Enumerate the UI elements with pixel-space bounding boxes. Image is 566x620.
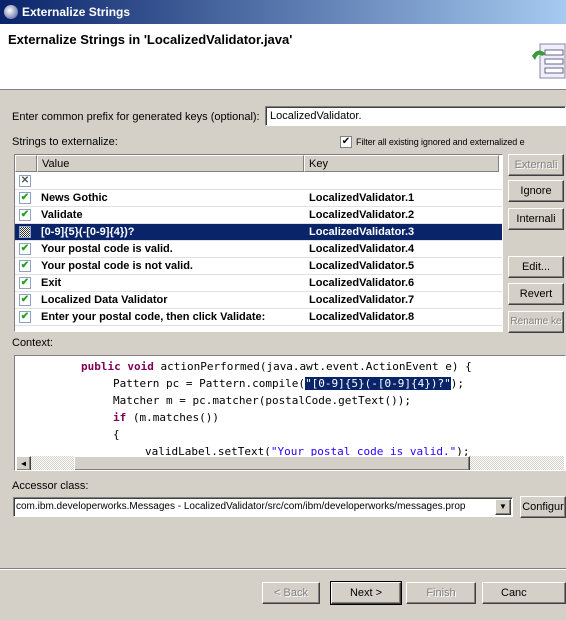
rename-key-button[interactable]: Rename ke bbox=[508, 311, 564, 333]
accessor-label: Accessor class: bbox=[12, 480, 89, 492]
table-row[interactable]: ✕ bbox=[15, 173, 502, 190]
footer-separator bbox=[0, 568, 566, 570]
filter-label: Filter all existing ignored and external… bbox=[356, 137, 525, 147]
cancel-button[interactable]: Canc bbox=[482, 582, 566, 604]
wizard-header: Externalize Strings in 'LocalizedValidat… bbox=[0, 24, 566, 90]
back-button[interactable]: < Back bbox=[262, 582, 320, 604]
checkbox[interactable]: ✔ bbox=[19, 209, 31, 221]
next-button[interactable]: Next > bbox=[330, 581, 402, 605]
code-line: Pattern pc = Pattern.compile( bbox=[113, 377, 306, 390]
column-header-check bbox=[15, 155, 37, 172]
value-cell: [0-9]{5}(-[0-9]{4})? bbox=[41, 226, 135, 238]
key-cell: LocalizedValidator.7 bbox=[309, 294, 415, 306]
value-cell: Validate bbox=[41, 209, 83, 221]
checkbox[interactable]: ✔ bbox=[19, 243, 31, 255]
table-row[interactable]: ✔ Validate LocalizedValidator.2 bbox=[15, 207, 502, 224]
strings-table[interactable]: Value Key ✕ ✔ News Gothic LocalizedValidato… bbox=[14, 154, 503, 332]
prefix-label: Enter common prefix for generated keys (… bbox=[12, 111, 260, 123]
eclipse-icon bbox=[4, 5, 18, 19]
checkbox[interactable]: ✔ bbox=[19, 277, 31, 289]
code-line: (m.matches()) bbox=[126, 411, 219, 424]
code-keyword: if bbox=[113, 411, 127, 424]
accessor-class-combo[interactable]: com.ibm.developerworks.Messages - Locali… bbox=[13, 497, 513, 517]
checkbox[interactable]: ✔ bbox=[19, 192, 31, 204]
key-cell: LocalizedValidator.6 bbox=[309, 277, 415, 289]
table-row[interactable]: ✔ News Gothic LocalizedValidator.1 bbox=[15, 190, 502, 207]
configure-button[interactable]: Configur bbox=[520, 496, 566, 518]
internalize-button[interactable]: Internali bbox=[508, 208, 564, 230]
context-code-view[interactable]: public void actionPerformed(java.awt.eve… bbox=[14, 355, 566, 471]
code-line: { bbox=[113, 428, 120, 441]
page-title: Externalize Strings in 'LocalizedValidat… bbox=[8, 32, 293, 47]
key-cell: LocalizedValidator.5 bbox=[309, 260, 415, 272]
key-cell: LocalizedValidator.1 bbox=[309, 192, 415, 204]
table-row[interactable]: ✔ Enter your postal code, then click Vali… bbox=[15, 309, 502, 326]
checkbox[interactable]: ✔ bbox=[19, 260, 31, 272]
strings-label: Strings to externalize: bbox=[12, 136, 118, 148]
externalize-wizard-icon bbox=[532, 43, 566, 79]
table-row[interactable]: [0-9]{5}(-[0-9]{4})? LocalizedValidator.3 bbox=[15, 224, 502, 241]
key-cell: LocalizedValidator.2 bbox=[309, 209, 415, 221]
mixed-checkbox[interactable] bbox=[19, 226, 31, 238]
window-title: Externalize Strings bbox=[22, 5, 131, 19]
revert-button[interactable]: Revert bbox=[508, 283, 564, 305]
value-cell: Your postal code is valid. bbox=[41, 243, 173, 255]
prefix-input[interactable]: LocalizedValidator. bbox=[265, 106, 566, 126]
edit-button[interactable]: Edit... bbox=[508, 256, 564, 278]
code-highlight: "[0-9]{5}(-[0-9]{4})?" bbox=[305, 377, 451, 390]
checkbox[interactable]: ✔ bbox=[19, 311, 31, 323]
externalize-button[interactable]: Externali bbox=[508, 154, 564, 176]
table-row[interactable]: ✔ Localized Data Validator LocalizedValida… bbox=[15, 292, 502, 309]
code-keyword: public void bbox=[81, 360, 154, 373]
key-cell: LocalizedValidator.4 bbox=[309, 243, 415, 255]
value-cell: Your postal code is not valid. bbox=[41, 260, 193, 272]
scrollbar-thumb[interactable] bbox=[74, 456, 470, 470]
value-cell: News Gothic bbox=[41, 192, 108, 204]
value-cell: Exit bbox=[41, 277, 62, 289]
column-header-value[interactable]: Value bbox=[37, 155, 304, 172]
checkbox[interactable]: ✔ bbox=[19, 294, 31, 306]
code-line: ); bbox=[450, 377, 465, 390]
scroll-left-arrow-icon[interactable]: ◀ bbox=[16, 456, 31, 470]
table-row[interactable]: ✔ Your postal code is not valid. Localized… bbox=[15, 258, 502, 275]
title-bar: Externalize Strings bbox=[0, 0, 566, 24]
table-row[interactable]: ✔ Your postal code is valid. LocalizedVali… bbox=[15, 241, 502, 258]
finish-button[interactable]: Finish bbox=[406, 582, 476, 604]
table-row[interactable]: ✔ Exit LocalizedValidator.6 bbox=[15, 275, 502, 292]
code-line: actionPerformed(java.awt.event.ActionEve… bbox=[153, 360, 472, 373]
accessor-class-value: com.ibm.developerworks.Messages - Locali… bbox=[16, 501, 466, 512]
value-cell: Localized Data Validator bbox=[41, 294, 168, 306]
context-label: Context: bbox=[12, 337, 53, 349]
ignore-x-icon[interactable]: ✕ bbox=[19, 175, 31, 187]
value-cell: Enter your postal code, then click Valid… bbox=[41, 311, 266, 323]
filter-checkbox[interactable]: ✔ bbox=[340, 136, 352, 148]
key-cell: LocalizedValidator.3 bbox=[309, 226, 415, 238]
ignore-button[interactable]: Ignore bbox=[508, 180, 564, 202]
dropdown-arrow-icon[interactable]: ▼ bbox=[495, 499, 511, 515]
code-line: Matcher m = pc.matcher(postalCode.getTex… bbox=[113, 394, 412, 407]
column-header-key[interactable]: Key bbox=[304, 155, 499, 172]
key-cell: LocalizedValidator.8 bbox=[309, 311, 415, 323]
horizontal-scrollbar[interactable]: ◀ bbox=[16, 456, 564, 470]
